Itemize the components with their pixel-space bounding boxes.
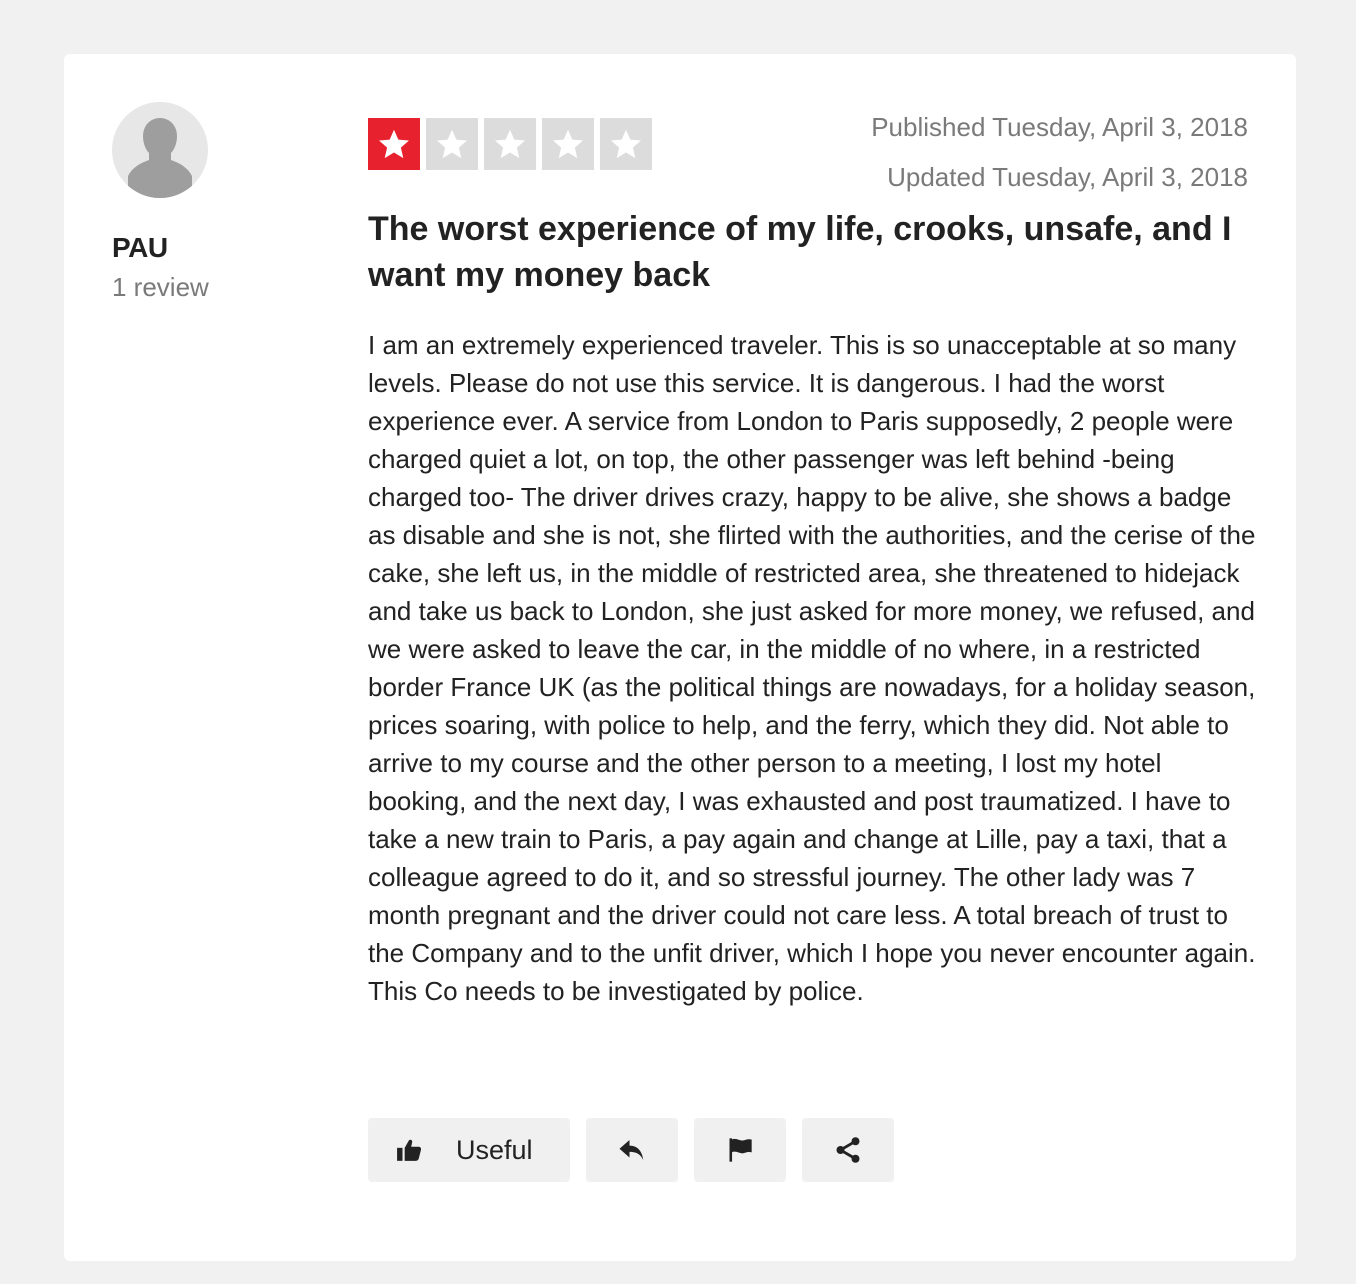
reviewer-name[interactable]: PAU	[112, 232, 168, 264]
star-icon	[542, 118, 594, 170]
star-icon	[368, 118, 420, 170]
useful-label: Useful	[456, 1134, 533, 1165]
reply-icon	[619, 1140, 644, 1160]
user-silhouette-icon	[128, 118, 192, 198]
useful-button[interactable]: Useful	[368, 1118, 570, 1182]
share-button[interactable]	[802, 1118, 894, 1182]
review-title[interactable]: The worst experience of my life, crooks,…	[368, 206, 1268, 298]
star-rating	[368, 118, 652, 170]
reply-button[interactable]	[586, 1118, 678, 1182]
flag-icon	[729, 1138, 752, 1162]
reviewer-review-count: 1 review	[112, 272, 209, 302]
review-body: I am an extremely experienced traveler. …	[368, 330, 1256, 1006]
avatar[interactable]	[112, 102, 208, 198]
review-actions: Useful	[368, 1118, 894, 1182]
updated-date: Updated Tuesday, April 3, 2018	[887, 162, 1248, 192]
thumbs-up-icon	[397, 1139, 422, 1161]
share-icon	[836, 1137, 860, 1163]
star-icon	[600, 118, 652, 170]
published-date: Published Tuesday, April 3, 2018	[871, 112, 1248, 142]
report-button[interactable]	[694, 1118, 786, 1182]
star-icon	[426, 118, 478, 170]
review-dates: Published Tuesday, April 3, 2018 Updated…	[871, 102, 1248, 202]
review-card: PAU 1 review Published Tuesday, April 3,…	[64, 54, 1296, 1261]
star-icon	[484, 118, 536, 170]
